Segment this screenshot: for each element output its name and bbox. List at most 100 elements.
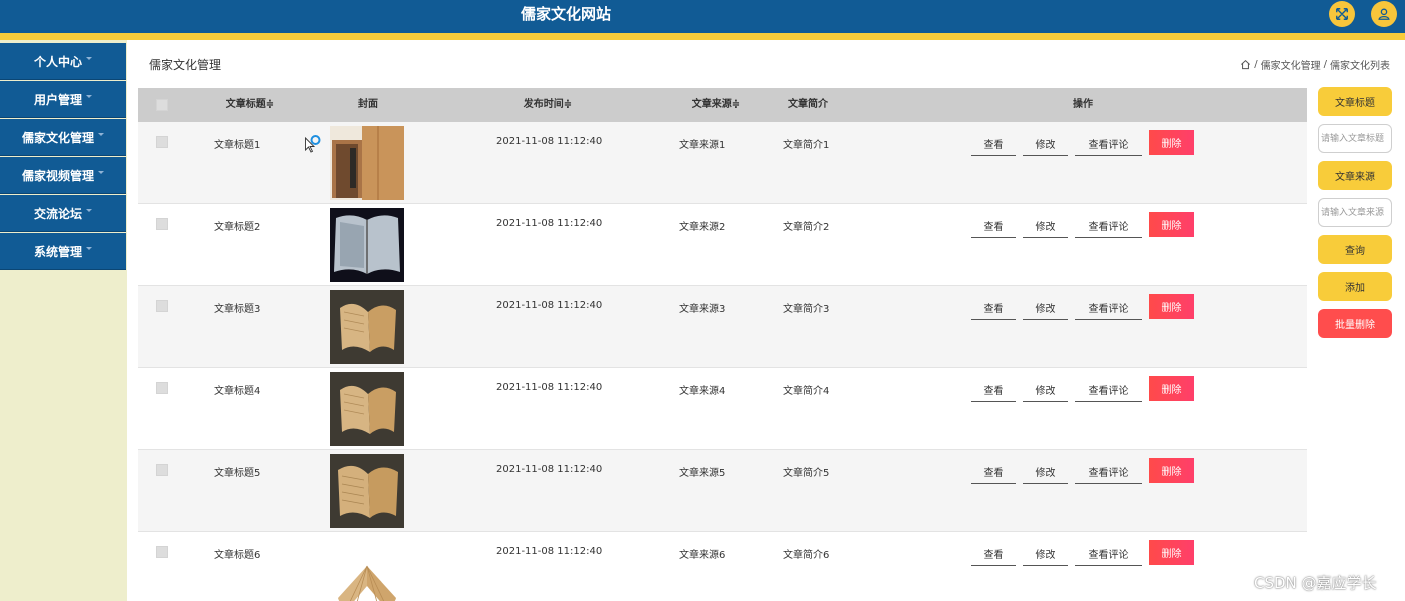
view-button[interactable]: 查看 [971, 460, 1016, 484]
sidebar-item-system-management[interactable]: 系统管理 [0, 233, 126, 270]
breadcrumb-separator: / [1254, 59, 1258, 70]
publish-time-cell: 2021-11-08 11:12:40 [496, 464, 603, 475]
header-source-col[interactable]: 文章来源≑ [666, 88, 766, 122]
sidebar-item-culture-management[interactable]: 儒家文化管理 [0, 119, 126, 156]
sort-icon: ≑ [265, 99, 275, 110]
article-table: 文章标题≑ 封面 发布时间≑ 文章来源≑ 文章简介 操作 文章标题1 2021-1… [138, 88, 1307, 601]
search-button[interactable]: 查询 [1318, 235, 1392, 264]
sidebar-item-label: 用户管理 [33, 92, 82, 107]
view-comments-button[interactable]: 查看评论 [1075, 378, 1142, 402]
row-checkbox[interactable] [156, 546, 168, 558]
view-comments-button[interactable]: 查看评论 [1075, 214, 1142, 238]
view-comments-button[interactable]: 查看评论 [1075, 132, 1142, 156]
article-summary-cell: 文章简介3 [783, 304, 830, 315]
breadcrumb: / 儒家文化管理 / 儒家文化列表 [1240, 57, 1390, 72]
sidebar-item-personal-center[interactable]: 个人中心 [0, 43, 126, 80]
header-title-col[interactable]: 文章标题≑ [200, 88, 300, 122]
top-header: 儒家文化网站 [0, 0, 1405, 33]
delete-button[interactable]: 删除 [1149, 458, 1194, 483]
publish-time-cell: 2021-11-08 11:12:40 [496, 218, 603, 229]
sidebar-item-label: 儒家视频管理 [21, 168, 94, 183]
article-summary-cell: 文章简介5 [783, 468, 830, 479]
delete-button[interactable]: 删除 [1149, 540, 1194, 565]
sidebar: 个人中心 用户管理 儒家文化管理 儒家视频管理 交流论坛 系统管理 [0, 40, 127, 601]
article-summary-cell: 文章简介6 [783, 550, 830, 561]
row-checkbox[interactable] [156, 218, 168, 230]
caret-down-icon [86, 56, 92, 60]
fullscreen-button[interactable] [1329, 1, 1355, 27]
view-button[interactable]: 查看 [971, 378, 1016, 402]
article-title-cell: 文章标题5 [214, 468, 261, 479]
article-title-cell: 文章标题2 [214, 222, 261, 233]
view-button[interactable]: 查看 [971, 132, 1016, 156]
source-search-input[interactable] [1318, 198, 1392, 227]
table-row: 文章标题2 2021-11-08 11:12:40 文章来源2 文章简介2 查看 修改 查看… [138, 204, 1307, 286]
edit-button[interactable]: 修改 [1023, 132, 1068, 156]
publish-time-cell: 2021-11-08 11:12:40 [496, 136, 603, 147]
cover-image [330, 126, 404, 200]
article-title-cell: 文章标题3 [214, 304, 261, 315]
add-button[interactable]: 添加 [1318, 272, 1392, 301]
edit-button[interactable]: 修改 [1023, 542, 1068, 566]
sidebar-item-forum[interactable]: 交流论坛 [0, 195, 126, 232]
caret-down-icon [98, 170, 104, 174]
mouse-cursor-icon [305, 135, 321, 153]
table-row: 文章标题3 2021-11-08 11:12:40 文章来源3 文章简介3 查看 修改 查看… [138, 286, 1307, 368]
sidebar-item-label: 交流论坛 [33, 206, 82, 221]
publish-time-cell: 2021-11-08 11:12:40 [496, 382, 603, 393]
table-row: 文章标题5 2021-11-08 11:12:40 文章来源5 文章简介5 查看 修改 查看… [138, 450, 1307, 532]
delete-button[interactable]: 删除 [1149, 294, 1194, 319]
site-title: 儒家文化网站 [520, 5, 611, 23]
delete-button[interactable]: 删除 [1149, 130, 1194, 155]
view-comments-button[interactable]: 查看评论 [1075, 460, 1142, 484]
article-title-cell: 文章标题4 [214, 386, 261, 397]
title-filter-label: 文章标题 [1318, 87, 1392, 116]
cover-image [330, 536, 404, 601]
article-summary-cell: 文章简介4 [783, 386, 830, 397]
view-comments-button[interactable]: 查看评论 [1075, 542, 1142, 566]
sidebar-item-label: 个人中心 [33, 54, 82, 69]
publish-time-cell: 2021-11-08 11:12:40 [496, 546, 603, 557]
sidebar-item-user-management[interactable]: 用户管理 [0, 81, 126, 118]
edit-button[interactable]: 修改 [1023, 214, 1068, 238]
batch-delete-button[interactable]: 批量删除 [1318, 309, 1392, 338]
row-checkbox[interactable] [156, 300, 168, 312]
caret-down-icon [86, 94, 92, 98]
delete-button[interactable]: 删除 [1149, 212, 1194, 237]
breadcrumb-separator: / [1323, 59, 1327, 70]
edit-button[interactable]: 修改 [1023, 460, 1068, 484]
sort-icon: ≑ [731, 99, 741, 110]
table-row: 文章标题4 2021-11-08 11:12:40 文章来源4 文章简介4 查看 修改 查看… [138, 368, 1307, 450]
sidebar-item-video-management[interactable]: 儒家视频管理 [0, 157, 126, 194]
table-row: 文章标题6 2021-11-08 11:12:40 文章来源6 文章简介6 查看 修改 查看… [138, 532, 1307, 601]
table-header: 文章标题≑ 封面 发布时间≑ 文章来源≑ 文章简介 操作 [138, 88, 1307, 122]
delete-button[interactable]: 删除 [1149, 376, 1194, 401]
cover-image [330, 290, 404, 364]
edit-button[interactable]: 修改 [1023, 296, 1068, 320]
user-menu-button[interactable] [1371, 1, 1397, 27]
cover-image [330, 372, 404, 446]
article-source-cell: 文章来源1 [679, 140, 726, 151]
cover-image [330, 454, 404, 528]
row-checkbox[interactable] [156, 136, 168, 148]
article-source-cell: 文章来源3 [679, 304, 726, 315]
article-source-cell: 文章来源5 [679, 468, 726, 479]
view-button[interactable]: 查看 [971, 542, 1016, 566]
row-checkbox[interactable] [156, 464, 168, 476]
caret-down-icon [98, 132, 104, 136]
breadcrumb-level1[interactable]: 儒家文化管理 [1261, 57, 1321, 72]
expand-arrows-icon [1336, 8, 1348, 20]
select-all-checkbox[interactable] [156, 99, 168, 111]
title-search-input[interactable] [1318, 124, 1392, 153]
view-button[interactable]: 查看 [971, 296, 1016, 320]
header-actions-col: 操作 [1073, 99, 1093, 110]
breadcrumb-level2: 儒家文化列表 [1330, 61, 1390, 72]
header-time-col[interactable]: 发布时间≑ [498, 88, 598, 122]
row-checkbox[interactable] [156, 382, 168, 394]
home-icon[interactable] [1240, 59, 1251, 70]
view-comments-button[interactable]: 查看评论 [1075, 296, 1142, 320]
header-summary-col: 文章简介 [788, 99, 828, 110]
view-button[interactable]: 查看 [971, 214, 1016, 238]
sidebar-item-label: 系统管理 [33, 244, 82, 259]
edit-button[interactable]: 修改 [1023, 378, 1068, 402]
